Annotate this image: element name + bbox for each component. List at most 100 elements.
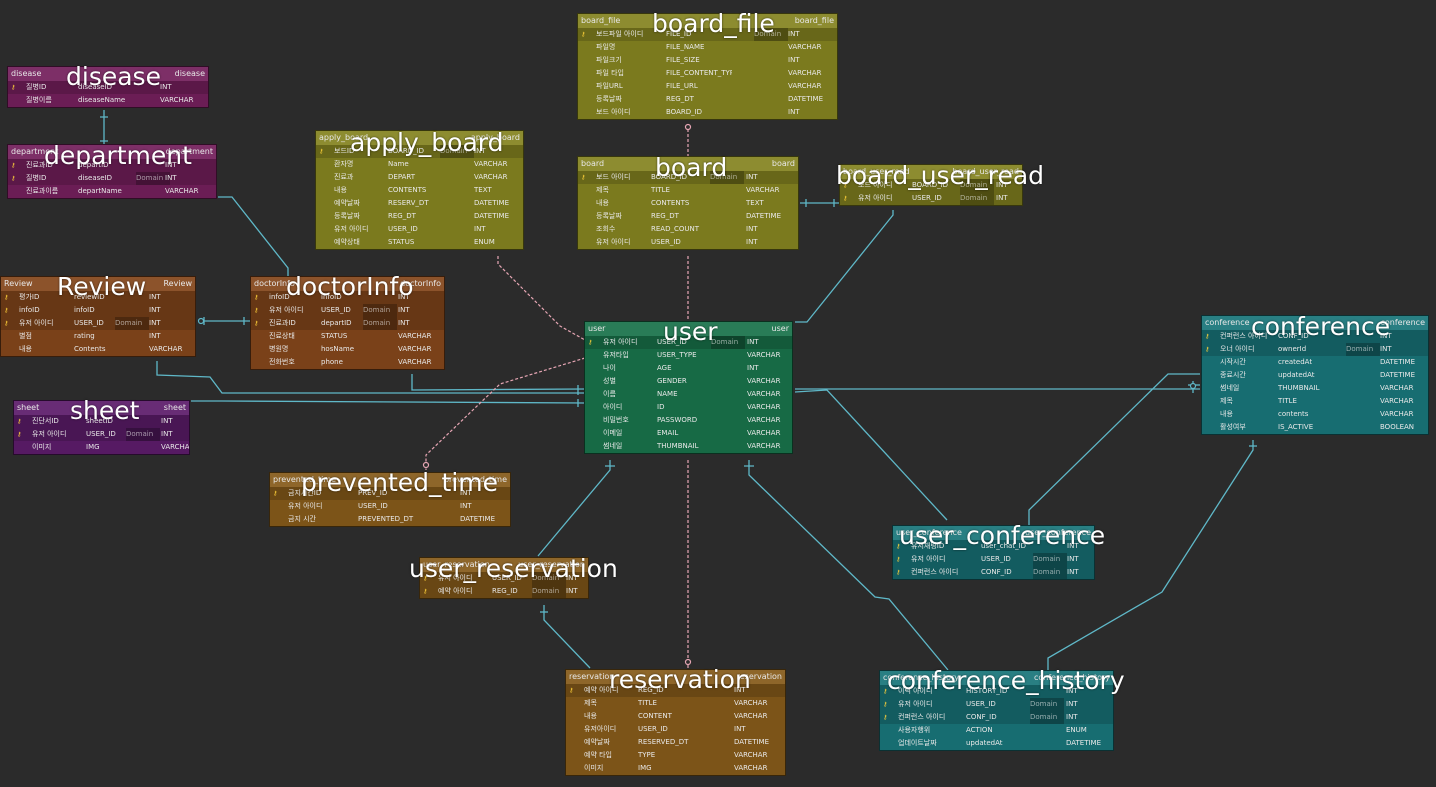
- field-row[interactable]: ⚷ 유저 아이디 USER_ID Domain INT: [585, 336, 792, 349]
- field-logical-name: 나이: [603, 364, 616, 372]
- field-row[interactable]: 내용 contents VARCHAR: [1202, 408, 1428, 421]
- field-row[interactable]: ⚷ infoID infoID INT: [251, 291, 444, 304]
- field-row[interactable]: ⚷ 유저 아이디 USER_ID Domain INT: [420, 572, 588, 585]
- field-row[interactable]: ⚷ 평가ID reviewID INT: [1, 291, 195, 304]
- field-row[interactable]: 제목 TITLE VARCHAR: [566, 697, 785, 710]
- field-row[interactable]: ⚷ 유저 아이디 USER_ID Domain INT: [893, 553, 1094, 566]
- entity-user-conference[interactable]: user_conference user_conference ⚷ 유저채팅ID use…: [892, 525, 1095, 580]
- field-row[interactable]: 예약날짜 RESERVED_DT DATETIME: [566, 736, 785, 749]
- field-row[interactable]: ⚷ 보드파일 아이디 FILE_ID Domain INT: [578, 28, 837, 41]
- entity-board-user-read[interactable]: board_user_read board_user_read ⚷ 보드 아이디 BOA…: [839, 164, 1023, 206]
- link-department-doctorinfo: [218, 196, 289, 277]
- field-row[interactable]: 등록날짜 REG_DT DATETIME: [316, 210, 523, 223]
- field-row[interactable]: 파일 타입 FILE_CONTENT_TYPE VARCHAR: [578, 67, 837, 80]
- field-column-name: ownerId: [1278, 345, 1307, 353]
- field-row[interactable]: 내용 Contents VARCHAR: [1, 343, 195, 356]
- field-row[interactable]: ⚷ 유저채팅ID user_chat_ID INT: [893, 540, 1094, 553]
- field-row[interactable]: 등록날짜 REG_DT DATETIME: [578, 210, 798, 223]
- field-row[interactable]: 성별 GENDER VARCHAR: [585, 375, 792, 388]
- field-row[interactable]: 활성여부 IS_ACTIVE BOOLEAN: [1202, 421, 1428, 434]
- field-row[interactable]: ⚷ 유저 아이디 USER_ID Domain INT: [251, 304, 444, 317]
- field-row[interactable]: 예약날짜 RESERV_DT DATETIME: [316, 197, 523, 210]
- field-row[interactable]: ⚷ 금지시간ID PREV_ID INT: [270, 487, 510, 500]
- field-row[interactable]: 제목 TITLE VARCHAR: [1202, 395, 1428, 408]
- field-row[interactable]: 등록날짜 REG_DT DATETIME: [578, 93, 837, 106]
- field-row[interactable]: 병원명 hosName VARCHAR: [251, 343, 444, 356]
- field-row[interactable]: 금지 시간 PREVENTED_DT DATETIME: [270, 513, 510, 526]
- field-row[interactable]: 유저 아이디 USER_ID INT: [578, 236, 798, 249]
- field-row[interactable]: ⚷ 예약 아이디 REG_ID Domain INT: [420, 585, 588, 598]
- entity-user-reservation[interactable]: user_reservation user_reservation ⚷ 유저 아이디 U…: [419, 557, 589, 599]
- entity-prevented-time[interactable]: prevented_time prevented_time ⚷ 금지시간ID PREV_…: [269, 472, 511, 527]
- field-row[interactable]: 나이 AGE INT: [585, 362, 792, 375]
- field-row[interactable]: ⚷ 유저 아이디 USER_ID Domain INT: [880, 698, 1113, 711]
- entity-conference-history[interactable]: conference_history conference_history ⚷ 이력 …: [879, 670, 1114, 751]
- field-row[interactable]: 질병이름 diseaseName VARCHAR: [8, 94, 208, 107]
- field-row[interactable]: 진료과이름 departName VARCHAR: [8, 185, 216, 198]
- field-row[interactable]: 종료시간 updatedAt DATETIME: [1202, 369, 1428, 382]
- field-row[interactable]: 비밀번호 PASSWORD VARCHAR: [585, 414, 792, 427]
- field-row[interactable]: 이미지 IMG VARCHAR: [566, 762, 785, 775]
- entity-apply-board[interactable]: apply_board apply_board ⚷ 보드ID BOARD_ID Domai…: [315, 130, 524, 250]
- field-row[interactable]: 이름 NAME VARCHAR: [585, 388, 792, 401]
- field-row[interactable]: 진료과 DEPART VARCHAR: [316, 171, 523, 184]
- field-row[interactable]: 파일크기 FILE_SIZE INT: [578, 54, 837, 67]
- field-row[interactable]: 유저 아이디 USER_ID INT: [270, 500, 510, 513]
- field-row[interactable]: 파일URL FILE_URL VARCHAR: [578, 80, 837, 93]
- field-row[interactable]: ⚷ 컨퍼런스 아이디 CONF_ID Domain INT: [880, 711, 1113, 724]
- field-row[interactable]: 이미지 IMG VARCHAR: [14, 441, 189, 454]
- field-row[interactable]: ⚷ 보드 아이디 BOARD_ID Domain INT: [840, 179, 1022, 192]
- field-row[interactable]: 사용자행위 ACTION ENUM: [880, 724, 1113, 737]
- entity-reservation[interactable]: reservation reservation ⚷ 예약 아이디 REG_ID INT 제목…: [565, 669, 786, 776]
- field-row[interactable]: 제목 TITLE VARCHAR: [578, 184, 798, 197]
- field-row[interactable]: ⚷ 보드 아이디 BOARD_ID Domain INT: [578, 171, 798, 184]
- field-row[interactable]: 썸네일 THUMBNAIL VARCHAR: [585, 440, 792, 453]
- field-row[interactable]: 유저 아이디 USER_ID INT: [316, 223, 523, 236]
- field-row[interactable]: 유저아이디 USER_ID INT: [566, 723, 785, 736]
- field-row[interactable]: ⚷ 진료과ID departID Domain INT: [251, 317, 444, 330]
- entity-department[interactable]: department department ⚷ 진료과ID departID INT ⚷ 질병…: [7, 144, 217, 199]
- field-row[interactable]: ⚷ 유저 아이디 USER_ID Domain INT: [1, 317, 195, 330]
- field-row[interactable]: ⚷ 컨퍼런스 아이디 CONF_ID INT: [1202, 330, 1428, 343]
- field-row[interactable]: 별점 rating INT: [1, 330, 195, 343]
- field-row[interactable]: ⚷ 진단서ID sheetID INT: [14, 415, 189, 428]
- field-row[interactable]: 환자명 Name VARCHAR: [316, 158, 523, 171]
- field-row[interactable]: 업데이트날짜 updatedAt DATETIME: [880, 737, 1113, 750]
- entity-review[interactable]: Review Review ⚷ 평가ID reviewID INT ⚷ infoID infoI…: [0, 276, 196, 357]
- field-row[interactable]: 이메일 EMAIL VARCHAR: [585, 427, 792, 440]
- field-row[interactable]: 내용 CONTENT VARCHAR: [566, 710, 785, 723]
- field-row[interactable]: 진료상태 STATUS VARCHAR: [251, 330, 444, 343]
- field-row[interactable]: ⚷ 진료과ID departID INT: [8, 159, 216, 172]
- field-row[interactable]: ⚷ 컨퍼런스 아이디 CONF_ID Domain INT: [893, 566, 1094, 579]
- entity-board-file[interactable]: board_file board_file ⚷ 보드파일 아이디 FILE_ID Doma…: [577, 13, 838, 120]
- field-row[interactable]: ⚷ 유저 아이디 USER_ID Domain INT: [14, 428, 189, 441]
- entity-doctorinfo[interactable]: doctorInfo doctorInfo ⚷ infoID infoID INT ⚷ 유저 …: [250, 276, 445, 370]
- field-row[interactable]: 전화번호 phone VARCHAR: [251, 356, 444, 369]
- field-row[interactable]: 아이디 ID VARCHAR: [585, 401, 792, 414]
- field-row[interactable]: 보드 아이디 BOARD_ID INT: [578, 106, 837, 119]
- field-row[interactable]: ⚷ 유저 아이디 USER_ID Domain INT: [840, 192, 1022, 205]
- field-row[interactable]: ⚷ infoID infoID INT: [1, 304, 195, 317]
- field-row[interactable]: 파일명 FILE_NAME VARCHAR: [578, 41, 837, 54]
- entity-conference[interactable]: conference conference ⚷ 컨퍼런스 아이디 CONF_ID INT ⚷…: [1201, 315, 1429, 435]
- field-row[interactable]: 내용 CONTENTS TEXT: [316, 184, 523, 197]
- entity-sheet[interactable]: sheet sheet ⚷ 진단서ID sheetID INT ⚷ 유저 아이디 USER_ID…: [13, 400, 190, 455]
- field-row[interactable]: 내용 CONTENTS TEXT: [578, 197, 798, 210]
- field-row[interactable]: ⚷ 예약 아이디 REG_ID INT: [566, 684, 785, 697]
- field-row[interactable]: ⚷ 질병ID diseaseID INT: [8, 81, 208, 94]
- field-row[interactable]: 시작시간 createdAt DATETIME: [1202, 356, 1428, 369]
- field-row[interactable]: 예약 타입 TYPE VARCHAR: [566, 749, 785, 762]
- field-row[interactable]: ⚷ 질병ID diseaseID Domain INT: [8, 172, 216, 185]
- field-row[interactable]: 썸네일 THUMBNAIL VARCHAR: [1202, 382, 1428, 395]
- field-row[interactable]: ⚷ 이력 아이디 HISTORY_ID INT: [880, 685, 1113, 698]
- field-row[interactable]: ⚷ 보드ID BOARD_ID Domain INT: [316, 145, 523, 158]
- field-row[interactable]: 유저타입 USER_TYPE VARCHAR: [585, 349, 792, 362]
- field-data-type: BOOLEAN: [1380, 423, 1415, 431]
- entity-disease[interactable]: disease disease ⚷ 질병ID diseaseID INT 질병이름 disea…: [7, 66, 209, 108]
- entity-user[interactable]: user user ⚷ 유저 아이디 USER_ID Domain INT 유저타입 USER_…: [584, 321, 793, 454]
- field-row[interactable]: 예약상태 STATUS ENUM: [316, 236, 523, 249]
- field-row[interactable]: 조회수 READ_COUNT INT: [578, 223, 798, 236]
- field-data-type: INT: [160, 83, 172, 91]
- field-row[interactable]: ⚷ 오너 아이디 ownerId Domain INT: [1202, 343, 1428, 356]
- entity-board[interactable]: board board ⚷ 보드 아이디 BOARD_ID Domain INT 제목 TITL…: [577, 156, 799, 250]
